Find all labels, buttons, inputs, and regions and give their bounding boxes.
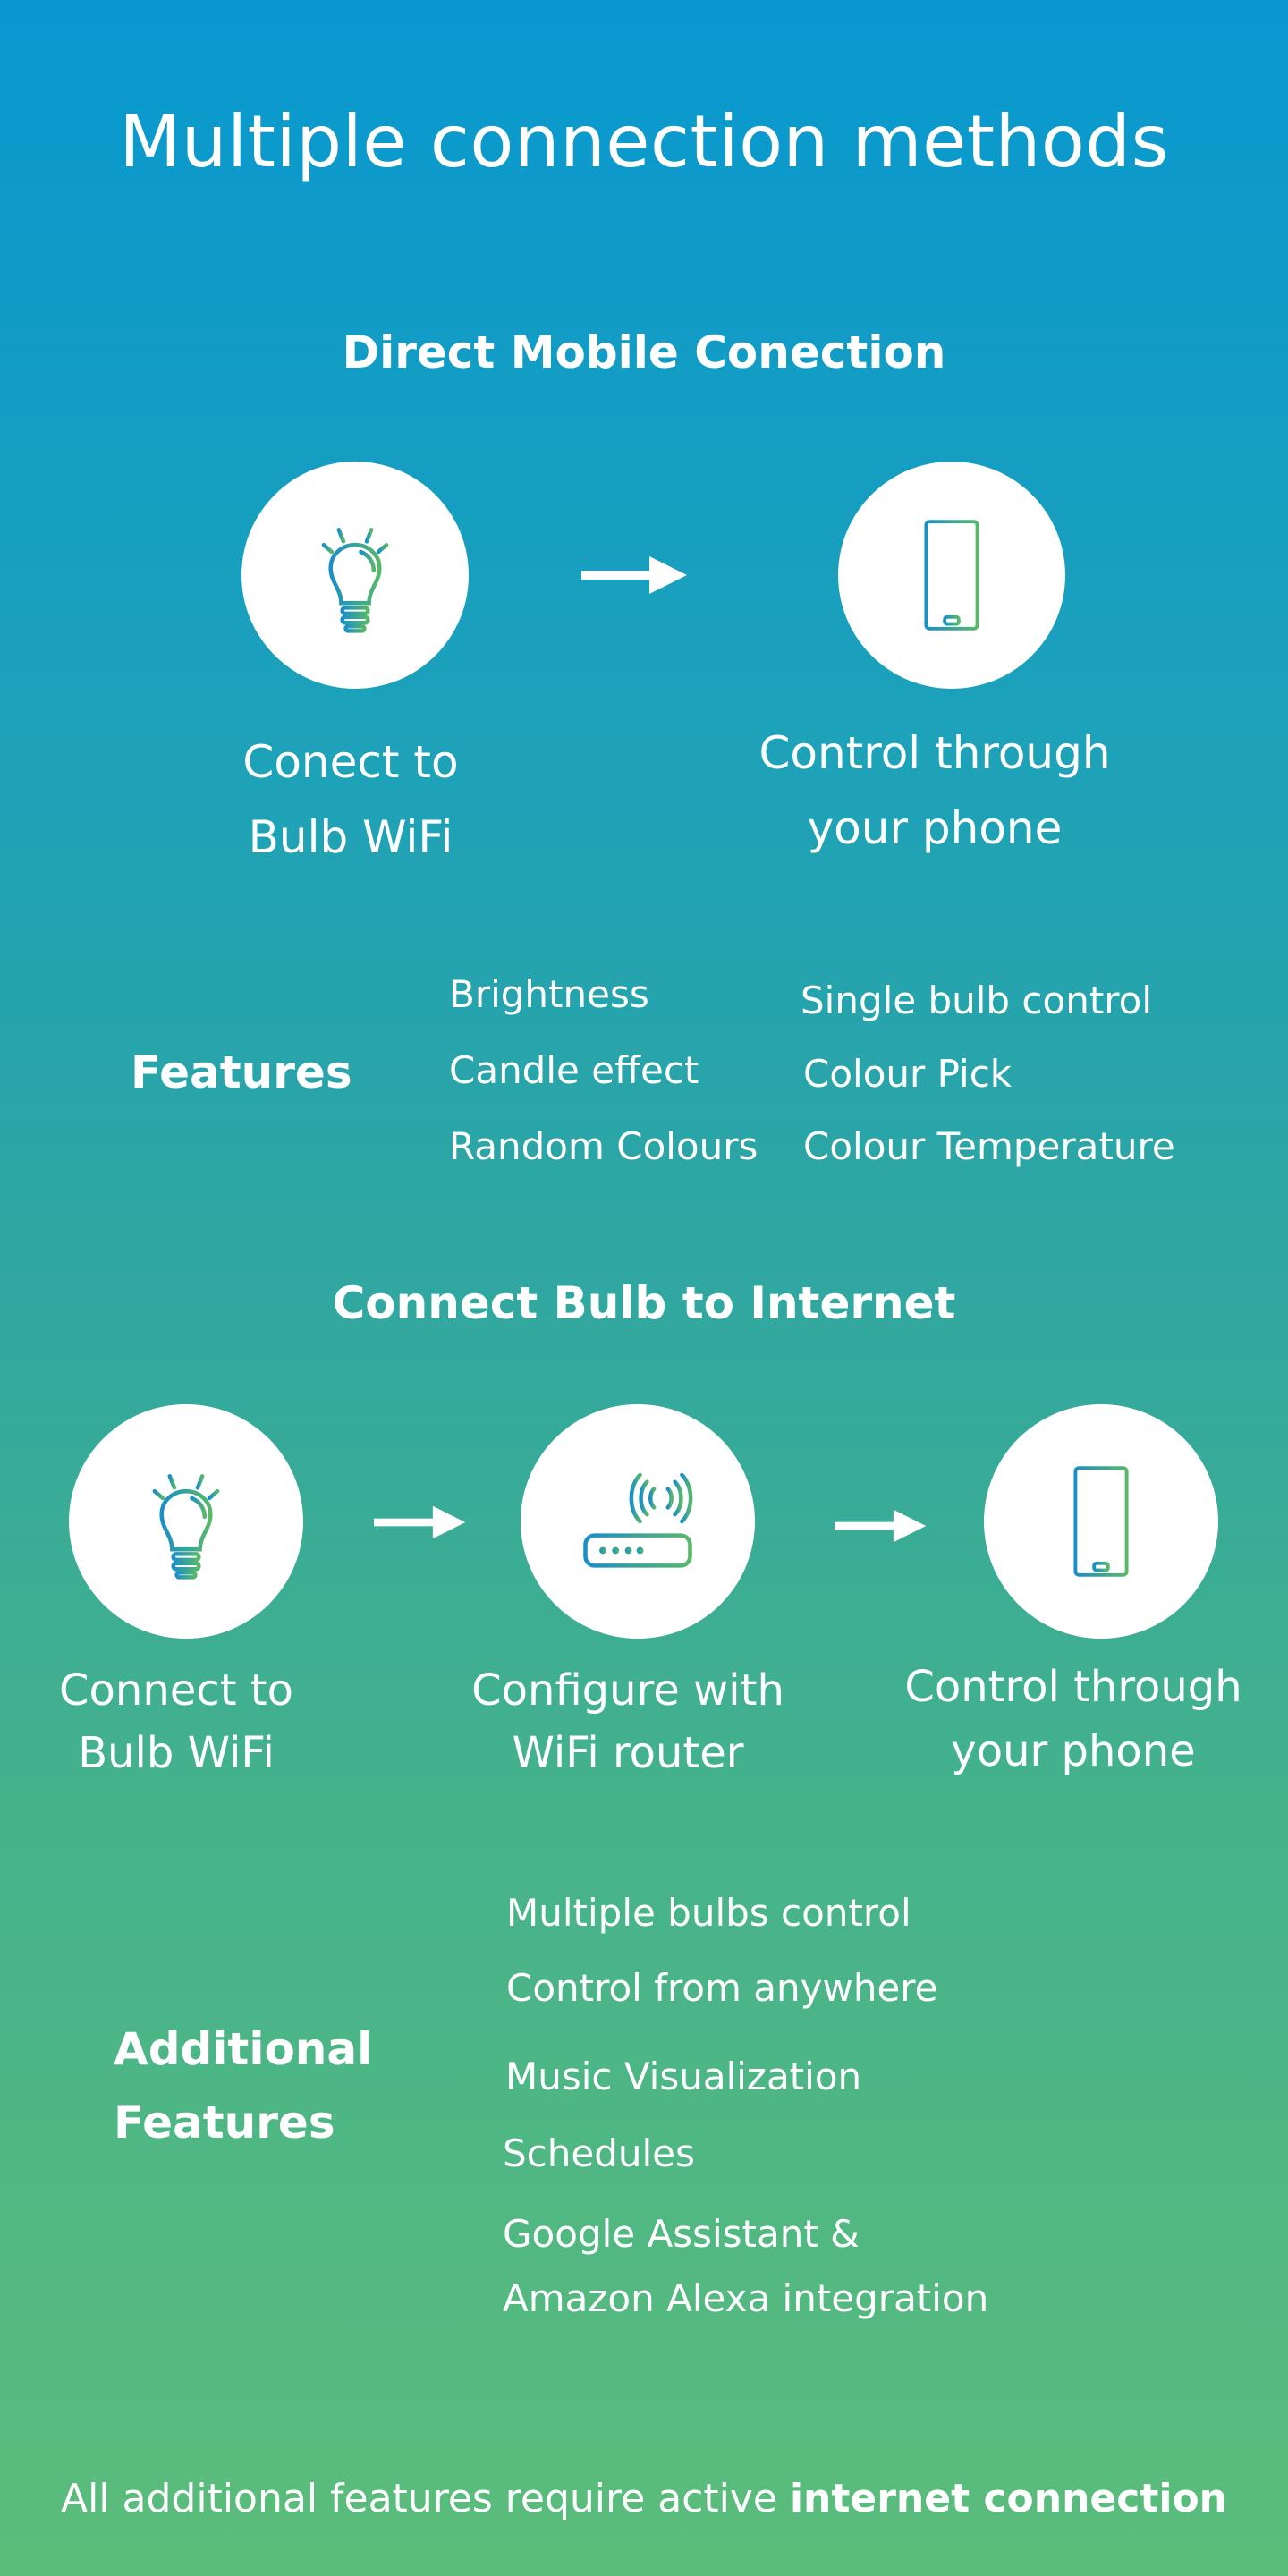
step-label-control-phone: Control through your phone	[904, 1655, 1241, 1784]
feature-item: Single bulb control	[801, 979, 1153, 1022]
step-label-line2: your phone	[807, 802, 1063, 854]
step-circle-bulb	[242, 462, 469, 689]
step-label-control-phone: Control through your phone	[758, 716, 1110, 866]
footer-text-bold: internet connection	[789, 2476, 1228, 2521]
feature-item: Random Colours	[449, 1124, 758, 1168]
step-label-line1: Conect to	[242, 736, 459, 788]
step-circle-phone	[984, 1404, 1218, 1639]
step-label-connect-bulb: Conect to Bulb WiFi	[242, 724, 458, 875]
footer-text: All additional features require active	[60, 2476, 790, 2521]
step-label-line2: Bulb WiFi	[78, 1728, 275, 1778]
wifi-router-icon	[580, 1463, 696, 1580]
step-label-line2: Bulb WiFi	[248, 811, 453, 863]
step-label-line1: Control through	[758, 727, 1111, 779]
step-circle-router	[521, 1404, 755, 1639]
step-label-line2: your phone	[951, 1726, 1196, 1776]
feature-item: Music Visualization	[505, 2055, 862, 2098]
lightbulb-icon	[297, 517, 413, 633]
arrow-right-icon	[374, 1503, 467, 1542]
page-title: Multiple connection methods	[119, 100, 1169, 183]
feature-item: Amazon Alexa integration	[503, 2276, 989, 2320]
lightbulb-icon	[128, 1463, 244, 1580]
smartphone-icon	[894, 517, 1010, 633]
feature-item: Google Assistant &	[503, 2212, 860, 2256]
feature-item: Control from anywhere	[506, 1966, 938, 2010]
label-line1: Additional	[114, 2023, 373, 2075]
features-label: Features	[131, 1046, 352, 1098]
feature-item: Colour Pick	[803, 1052, 1013, 1096]
step-label-connect-bulb: Connect to Bulb WiFi	[59, 1659, 293, 1784]
label-line2: Features	[114, 2097, 335, 2148]
smartphone-icon	[1043, 1463, 1159, 1580]
step-label-line2: WiFi router	[512, 1728, 744, 1778]
section-heading-internet: Connect Bulb to Internet	[332, 1277, 956, 1329]
additional-features-label: Additional Features	[114, 2012, 372, 2159]
step-label-line1: Control through	[904, 1662, 1242, 1712]
arrow-right-icon	[835, 1506, 928, 1546]
footer-note: All additional features require active i…	[61, 2476, 1227, 2521]
feature-item: Schedules	[503, 2131, 695, 2175]
feature-item: Brightness	[449, 972, 649, 1016]
feature-item: Candle effect	[449, 1048, 699, 1092]
arrow-right-icon	[581, 553, 689, 597]
step-label-configure-router: Configure with WiFi router	[471, 1659, 784, 1784]
feature-item: Multiple bulbs control	[506, 1891, 911, 1935]
step-label-line1: Configure with	[471, 1665, 784, 1716]
step-label-line1: Connect to	[59, 1665, 293, 1716]
step-circle-phone	[838, 462, 1065, 689]
step-circle-bulb	[69, 1404, 303, 1639]
feature-item: Colour Temperature	[803, 1124, 1175, 1168]
section-heading-direct-mobile: Direct Mobile Conection	[342, 326, 946, 378]
infographic-page: Multiple connection methods Direct Mobil…	[0, 0, 1288, 2576]
